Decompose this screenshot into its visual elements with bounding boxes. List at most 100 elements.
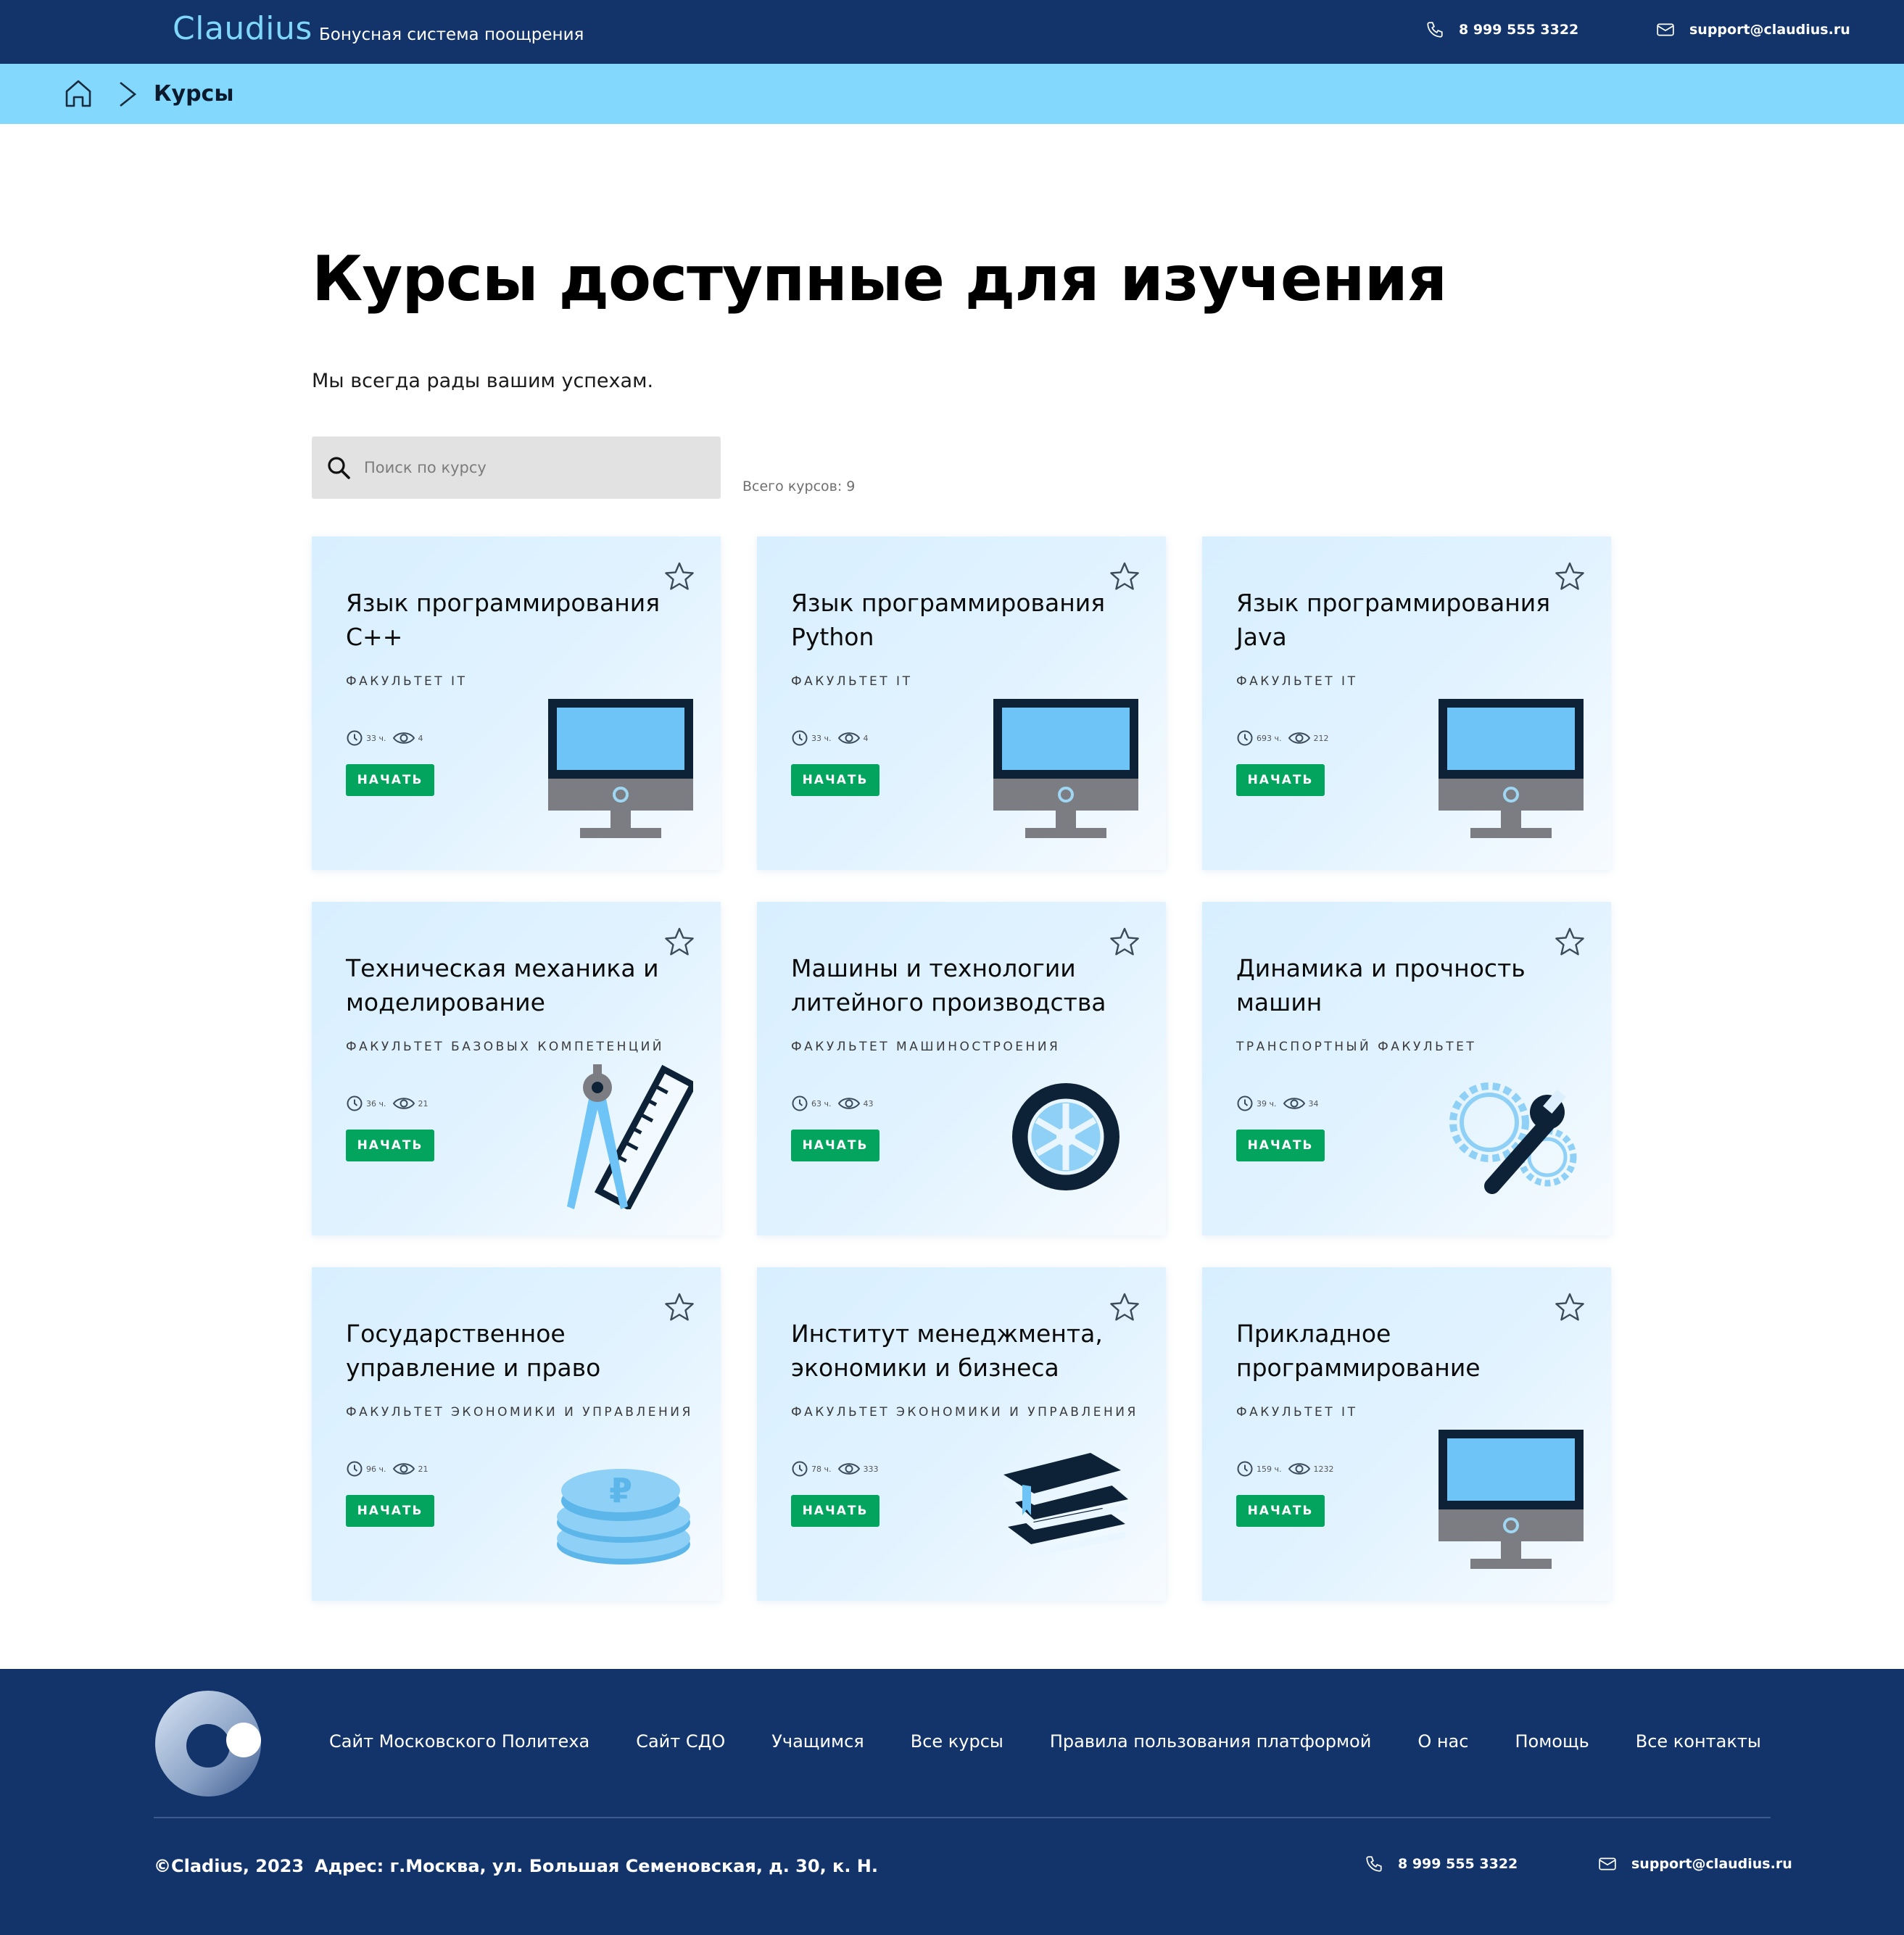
course-views: 43 <box>863 1098 874 1109</box>
eye-icon <box>392 732 415 744</box>
start-course-button[interactable]: НАЧАТЬ <box>1236 1495 1325 1527</box>
course-meta: 36 ч. 21 <box>346 1095 429 1112</box>
eye-icon <box>1288 732 1310 744</box>
mail-icon <box>1599 1857 1616 1870</box>
footer-link-polytech[interactable]: Сайт Московского Политеха <box>329 1731 589 1752</box>
phone-icon <box>1366 1856 1382 1872</box>
eye-icon <box>392 1463 415 1475</box>
address: Адрес: г.Москва, ул. Большая Семеновская… <box>315 1856 878 1876</box>
start-course-button[interactable]: НАЧАТЬ <box>346 764 434 796</box>
footer-phone[interactable]: 8 999 555 3322 <box>1365 1855 1518 1873</box>
chevron-right-icon <box>120 81 137 107</box>
course-faculty: Факультет IT <box>1236 674 1358 689</box>
course-card[interactable]: Институт менеджмента, экономики и бизнес… <box>757 1267 1166 1601</box>
clock-icon <box>792 730 808 746</box>
course-card[interactable]: Прикладное программирование Факультет IT 1… <box>1202 1267 1611 1601</box>
footer-link-about[interactable]: О нас <box>1417 1731 1468 1752</box>
start-course-button[interactable]: НАЧАТЬ <box>1236 764 1325 796</box>
course-card[interactable]: Язык программирования C++ Факультет IT 33 … <box>312 536 721 870</box>
course-card[interactable]: Динамика и прочность машин Транспортный ф… <box>1202 902 1611 1235</box>
eye-icon <box>837 1463 860 1475</box>
monitor-icon <box>993 699 1138 840</box>
gears-wrench-icon <box>1439 1064 1584 1209</box>
course-title: Язык программирования Python <box>791 589 1106 651</box>
course-card[interactable]: Государственное управление и право Факуль… <box>312 1267 721 1601</box>
copyright: ©Cladius, 2023 <box>154 1856 305 1876</box>
search-input[interactable] <box>364 449 705 486</box>
header-email[interactable]: support@claudius.ru <box>1656 20 1850 39</box>
brand-logo[interactable]: Claudius <box>173 10 312 47</box>
footer-divider <box>154 1817 1771 1818</box>
footer-nav: Сайт Московского Политеха Сайт СДО Учащи… <box>329 1731 1761 1752</box>
start-course-button[interactable]: НАЧАТЬ <box>791 764 879 796</box>
monitor-icon <box>548 699 693 840</box>
course-title: Прикладное программирование <box>1236 1319 1481 1382</box>
header-phone[interactable]: 8 999 555 3322 <box>1425 20 1578 39</box>
start-course-button[interactable]: НАЧАТЬ <box>346 1130 434 1161</box>
course-faculty: Транспортный факультет <box>1236 1040 1477 1054</box>
start-course-button[interactable]: НАЧАТЬ <box>791 1495 879 1527</box>
course-title: Язык программирования C++ <box>346 589 661 651</box>
start-course-button[interactable]: НАЧАТЬ <box>1236 1130 1325 1161</box>
search-icon <box>328 457 350 479</box>
footer-link-rules[interactable]: Правила пользования платформой <box>1050 1731 1371 1752</box>
clock-icon <box>347 1095 363 1111</box>
footer: Сайт Московского Политеха Сайт СДО Учащи… <box>0 1669 1904 1935</box>
footer-link-all-courses[interactable]: Все курсы <box>911 1731 1003 1752</box>
books-icon <box>1003 1453 1128 1557</box>
course-card[interactable]: Техническая механика и моделирование Факу… <box>312 902 721 1235</box>
eye-icon <box>392 1098 415 1109</box>
wheel-icon <box>993 1064 1138 1209</box>
course-faculty: Факультет базовых компетенций <box>346 1040 665 1054</box>
search-box <box>312 436 721 499</box>
start-course-button[interactable]: НАЧАТЬ <box>346 1495 434 1527</box>
footer-link-help[interactable]: Помощь <box>1515 1731 1589 1752</box>
course-meta: 33 ч. 4 <box>791 729 869 747</box>
course-faculty: Факультет IT <box>791 674 913 689</box>
compass-ruler-icon <box>548 1064 693 1209</box>
course-hours: 159 ч. <box>1257 1464 1282 1474</box>
breadcrumb-current: Курсы <box>154 81 234 107</box>
course-hours: 693 ч. <box>1257 733 1282 743</box>
course-faculty: Факультет экономики и управления <box>346 1405 693 1420</box>
course-card[interactable]: Язык программирования Java Факультет IT 69… <box>1202 536 1611 870</box>
brand-tagline: Бонусная система поощрения <box>319 25 584 44</box>
clock-icon <box>347 1461 363 1477</box>
course-hours: 33 ч. <box>366 733 386 743</box>
page-title: Курсы доступные для изучения <box>312 243 1447 315</box>
ruble-coins-icon <box>557 1469 690 1565</box>
course-hours: 78 ч. <box>811 1464 832 1474</box>
course-card[interactable]: Язык программирования Python Факультет IT… <box>757 536 1166 870</box>
footer-email-text: support@claudius.ru <box>1631 1856 1792 1872</box>
course-meta: 96 ч. 21 <box>346 1460 429 1478</box>
course-views: 21 <box>418 1464 429 1474</box>
header-phone-text: 8 999 555 3322 <box>1459 22 1579 38</box>
footer-link-contacts[interactable]: Все контакты <box>1636 1731 1761 1752</box>
clock-icon <box>1237 1461 1253 1477</box>
footer-logo[interactable] <box>154 1689 262 1798</box>
course-title: Машины и технологии литейного производст… <box>791 954 1106 1016</box>
course-title: Государственное управление и право <box>346 1319 601 1382</box>
footer-link-sdo[interactable]: Сайт СДО <box>636 1731 725 1752</box>
course-hours: 39 ч. <box>1257 1098 1277 1109</box>
footer-link-students[interactable]: Учащимся <box>771 1731 864 1752</box>
header-email-text: support@claudius.ru <box>1689 22 1850 38</box>
course-title: Динамика и прочность машин <box>1236 954 1526 1016</box>
eye-icon <box>1288 1463 1310 1475</box>
footer-email[interactable]: support@claudius.ru <box>1598 1855 1792 1873</box>
course-meta: 78 ч. 333 <box>791 1460 879 1478</box>
course-views: 212 <box>1313 733 1329 743</box>
monitor-icon <box>1439 699 1584 840</box>
course-faculty: Факультет экономики и управления <box>791 1405 1138 1420</box>
top-header: Claudius Бонусная система поощрения 8 99… <box>0 0 1904 64</box>
course-views: 4 <box>863 733 869 743</box>
footer-phone-text: 8 999 555 3322 <box>1398 1856 1518 1872</box>
phone-icon <box>1427 22 1443 38</box>
course-meta: 39 ч. 34 <box>1236 1095 1319 1112</box>
home-icon[interactable] <box>64 78 93 109</box>
course-title: Техническая механика и моделирование <box>346 954 659 1016</box>
course-meta: 63 ч. 43 <box>791 1095 874 1112</box>
course-card[interactable]: Машины и технологии литейного производст… <box>757 902 1166 1235</box>
eye-icon <box>837 1098 860 1109</box>
start-course-button[interactable]: НАЧАТЬ <box>791 1130 879 1161</box>
